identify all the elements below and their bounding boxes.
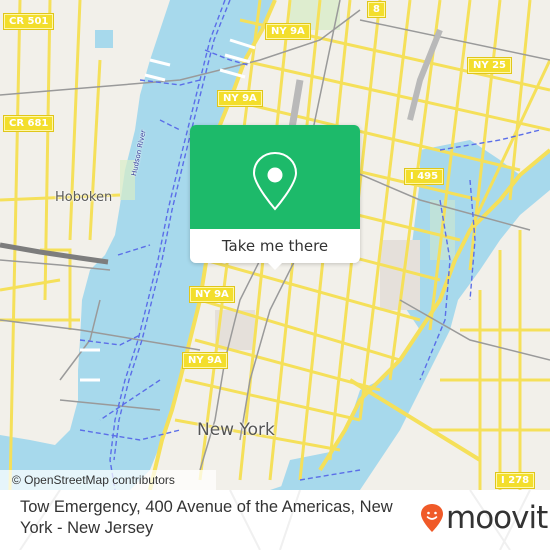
road-shield-ny25: NY 25 xyxy=(468,58,512,73)
road-shield-cr501: CR 501 xyxy=(4,14,54,29)
road-shield-ny9a: NY 9A xyxy=(183,353,227,368)
moovit-logo-icon xyxy=(421,504,443,532)
road-shield-ny9a: NY 9A xyxy=(218,91,262,106)
map-attribution[interactable]: © OpenStreetMap contributors xyxy=(0,470,216,490)
place-label-hoboken: Hoboken xyxy=(55,190,113,205)
road-shield-ny9a: NY 9A xyxy=(190,287,234,302)
road-shield-i495: I 495 xyxy=(405,169,444,184)
location-pin-icon xyxy=(252,151,298,211)
destination-popup: Take me there xyxy=(190,125,360,270)
place-label-new-york: New York xyxy=(197,420,275,440)
footer: Tow Emergency, 400 Avenue of the America… xyxy=(0,490,550,550)
moovit-wordmark: moovit xyxy=(446,500,548,536)
road-shield-ny9a: NY 9A xyxy=(266,24,310,39)
road-shield-i278: I 278 xyxy=(496,473,535,488)
take-me-there-button[interactable]: Take me there xyxy=(190,229,360,263)
road-shield-8: 8 xyxy=(368,2,385,17)
popup-header xyxy=(190,125,360,229)
location-title: Tow Emergency, 400 Avenue of the America… xyxy=(20,498,393,537)
moovit-logo[interactable]: moovit xyxy=(420,500,548,536)
popup-pointer xyxy=(267,262,283,270)
map[interactable]: CR 501 CR 681 NY 9A NY 9A NY 9A NY 9A 8 … xyxy=(0,0,550,490)
road-shield-cr681: CR 681 xyxy=(4,116,54,131)
